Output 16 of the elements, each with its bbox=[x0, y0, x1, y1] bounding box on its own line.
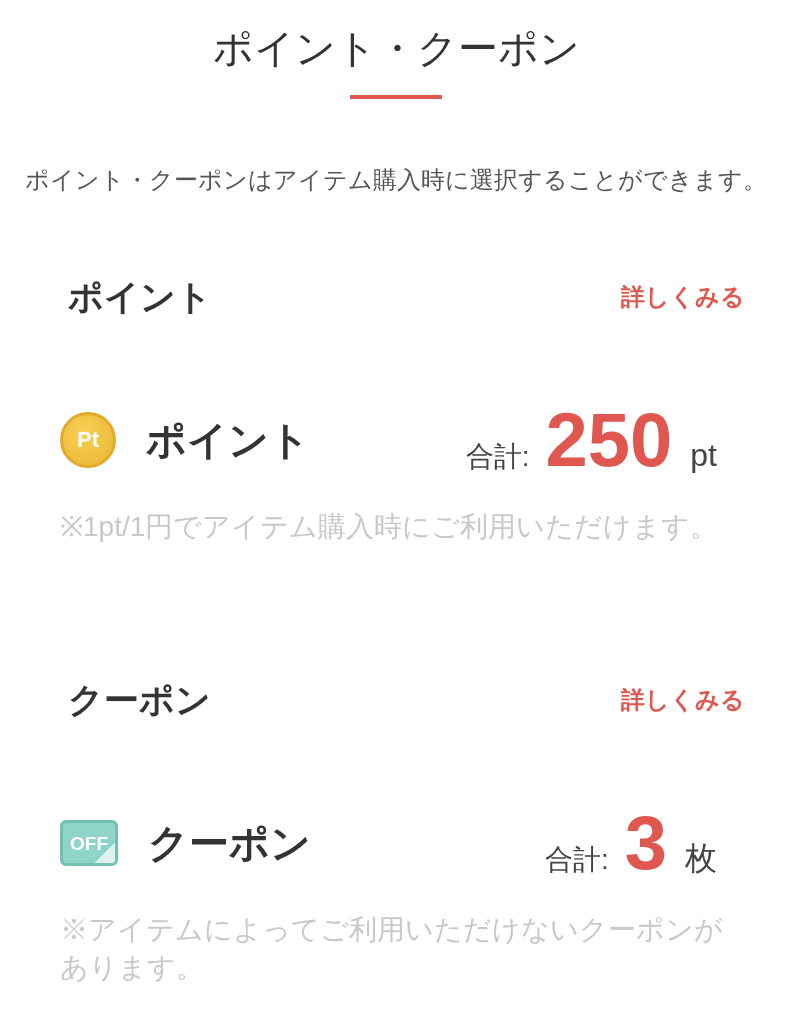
coupon-tag-icon: OFF bbox=[60, 820, 118, 866]
total-label: 合計: bbox=[465, 440, 530, 474]
section-heading: クーポン bbox=[68, 679, 211, 721]
page-title: ポイント・クーポン bbox=[212, 25, 580, 72]
total-value: 250 bbox=[545, 402, 673, 478]
total-label: 合計: bbox=[544, 843, 609, 877]
item-label: ポイント bbox=[146, 417, 310, 464]
total-value: 3 bbox=[624, 805, 667, 881]
total-unit: 枚 bbox=[685, 840, 717, 876]
details-link[interactable]: 詳しくみる bbox=[621, 684, 745, 716]
total-unit: pt bbox=[690, 437, 717, 473]
coin-icon: Pt bbox=[60, 412, 116, 468]
description-text: ポイント・クーポンはアイテム購入時に選択することができます。 bbox=[25, 165, 767, 195]
item-label: クーポン bbox=[148, 820, 311, 867]
section-heading: ポイント bbox=[68, 276, 212, 318]
details-link[interactable]: 詳しくみる bbox=[621, 281, 745, 313]
